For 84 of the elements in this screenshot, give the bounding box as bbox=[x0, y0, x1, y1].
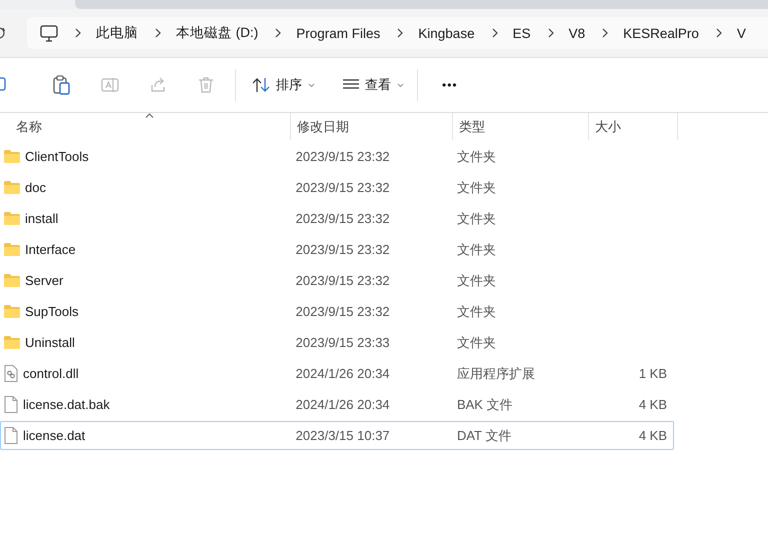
sort-arrows-icon bbox=[252, 77, 270, 93]
folder-icon bbox=[4, 336, 20, 349]
modified-date: 2023/3/15 10:37 bbox=[296, 428, 390, 443]
modified-date: 2023/9/15 23:32 bbox=[296, 180, 390, 195]
file-row[interactable]: license.dat.bak 2024/1/26 20:34 BAK 文件 4 KB bbox=[0, 390, 674, 419]
folder-icon bbox=[4, 212, 20, 225]
dropdown-caret-icon bbox=[308, 82, 315, 88]
folder-icon bbox=[4, 243, 20, 256]
computer-icon[interactable] bbox=[40, 24, 58, 42]
refresh-icon[interactable] bbox=[0, 26, 6, 40]
file-row[interactable]: license.dat 2023/3/15 10:37 DAT 文件 4 KB bbox=[0, 421, 674, 450]
file-name: license.dat.bak bbox=[23, 397, 110, 412]
breadcrumb-item[interactable]: 本地磁盘 (D:) bbox=[176, 24, 258, 42]
column-header[interactable]: 大小 bbox=[589, 113, 678, 140]
file-icon bbox=[4, 396, 18, 413]
breadcrumb-item[interactable]: KESRealPro bbox=[623, 26, 699, 40]
sort-button[interactable]: 排序 bbox=[244, 70, 323, 100]
file-name: install bbox=[25, 211, 58, 226]
more-button[interactable]: ••• bbox=[434, 72, 466, 98]
breadcrumb-item[interactable]: V bbox=[736, 26, 746, 40]
file-name: Interface bbox=[25, 242, 76, 257]
file-name: Uninstall bbox=[25, 335, 75, 350]
chevron-icon[interactable] bbox=[548, 28, 554, 38]
view-button[interactable]: 查看 bbox=[335, 70, 412, 100]
column-header[interactable]: 类型 bbox=[453, 113, 589, 140]
file-type: 文件夹 bbox=[456, 240, 496, 258]
column-header[interactable]: 修改日期 bbox=[291, 113, 453, 140]
file-name: SupTools bbox=[25, 304, 78, 319]
modified-date: 2023/9/15 23:32 bbox=[296, 149, 390, 164]
column-header[interactable]: 名称 bbox=[0, 113, 291, 140]
file-type: DAT 文件 bbox=[456, 426, 512, 444]
folder-icon bbox=[4, 181, 20, 194]
paste-icon[interactable] bbox=[53, 75, 71, 95]
file-name: control.dll bbox=[23, 366, 79, 381]
chevron-icon[interactable] bbox=[716, 28, 722, 38]
file-row[interactable]: Interface 2023/9/15 23:32 文件夹 bbox=[0, 235, 674, 264]
file-type: 文件夹 bbox=[456, 272, 496, 290]
folder-icon bbox=[4, 274, 20, 287]
modified-date: 2023/9/15 23:32 bbox=[296, 273, 390, 288]
folder-icon bbox=[4, 305, 20, 318]
file-type: 文件夹 bbox=[456, 148, 496, 166]
file-name: license.dat bbox=[23, 428, 86, 443]
chevron-icon[interactable] bbox=[492, 28, 498, 38]
file-type: 文件夹 bbox=[456, 210, 496, 228]
file-name: ClientTools bbox=[25, 149, 89, 164]
modified-date: 2023/9/15 23:32 bbox=[296, 304, 390, 319]
file-size: 4 KB bbox=[638, 428, 667, 443]
file-row[interactable]: ClientTools 2023/9/15 23:32 文件夹 bbox=[0, 142, 674, 171]
dll-file-icon bbox=[4, 365, 18, 382]
chevron-icon[interactable] bbox=[75, 28, 81, 38]
chevron-icon[interactable] bbox=[155, 28, 161, 38]
breadcrumb-item[interactable]: V8 bbox=[568, 26, 586, 40]
file-name: doc bbox=[25, 180, 46, 195]
file-size: 4 KB bbox=[638, 397, 667, 412]
breadcrumb-item[interactable]: Program Files bbox=[296, 26, 380, 40]
file-type: 文件夹 bbox=[456, 302, 496, 320]
modified-date: 2023/9/15 23:33 bbox=[296, 335, 390, 350]
breadcrumb-item[interactable]: ES bbox=[512, 26, 531, 40]
modified-date: 2023/9/15 23:32 bbox=[296, 211, 390, 226]
file-row[interactable]: control.dll 2024/1/26 20:34 应用程序扩展 1 KB bbox=[0, 359, 674, 388]
chevron-icon[interactable] bbox=[602, 28, 608, 38]
chevron-icon[interactable] bbox=[397, 28, 404, 38]
file-size: 1 KB bbox=[638, 366, 667, 381]
file-type: 文件夹 bbox=[456, 178, 496, 196]
file-type: BAK 文件 bbox=[456, 396, 513, 414]
modified-date: 2024/1/26 20:34 bbox=[296, 397, 390, 412]
address-bar[interactable]: 此电脑 本地磁盘 (D:) Program Files Kingbase ES V8 KESRealPro V bbox=[27, 17, 768, 49]
file-type: 文件夹 bbox=[456, 334, 496, 352]
file-row[interactable]: Server 2023/9/15 23:32 文件夹 bbox=[0, 266, 674, 295]
file-row[interactable]: SupTools 2023/9/15 23:32 文件夹 bbox=[0, 297, 674, 326]
breadcrumb-item[interactable]: Kingbase bbox=[418, 26, 475, 40]
file-type: 应用程序扩展 bbox=[456, 364, 535, 382]
file-icon bbox=[4, 427, 18, 444]
file-row[interactable]: doc 2023/9/15 23:32 文件夹 bbox=[0, 173, 674, 202]
modified-date: 2023/9/15 23:32 bbox=[296, 242, 390, 257]
file-row[interactable]: install 2023/9/15 23:32 文件夹 bbox=[0, 204, 674, 233]
file-name: Server bbox=[25, 273, 64, 288]
dropdown-caret-icon bbox=[397, 82, 404, 88]
list-lines-icon bbox=[343, 79, 359, 91]
file-row[interactable]: Uninstall 2023/9/15 23:33 文件夹 bbox=[0, 328, 674, 357]
modified-date: 2024/1/26 20:34 bbox=[296, 366, 390, 381]
breadcrumb-item[interactable]: 此电脑 bbox=[96, 24, 138, 42]
folder-icon bbox=[4, 150, 20, 163]
chevron-icon[interactable] bbox=[275, 28, 282, 38]
